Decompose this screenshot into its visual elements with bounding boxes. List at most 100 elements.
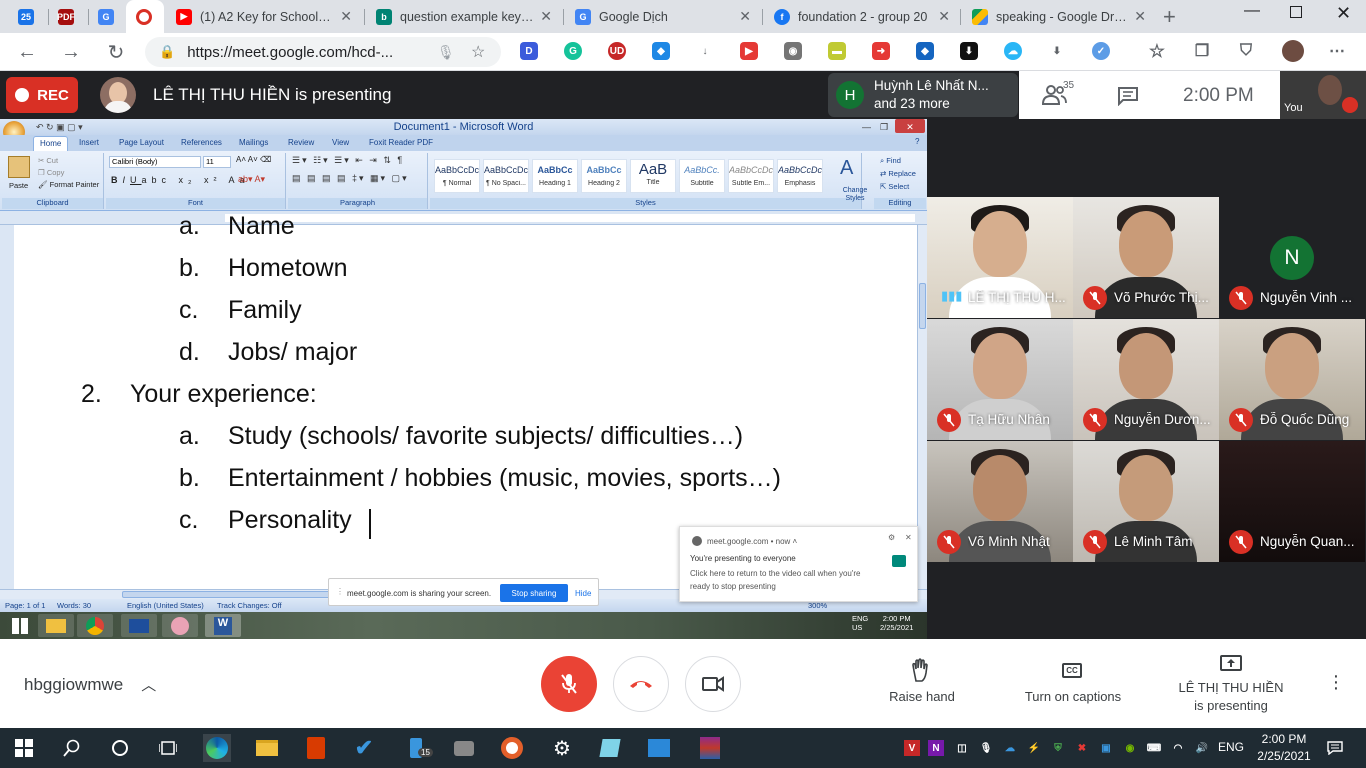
action-center-icon[interactable]: [1326, 739, 1344, 757]
shield-icon[interactable]: ⛉: [1237, 42, 1255, 60]
format-painter-button[interactable]: 🖌 Format Painter: [38, 180, 99, 189]
style-heading-1[interactable]: AaBbCc Heading 1: [532, 159, 578, 193]
bookmark-icon[interactable]: ☆: [471, 42, 485, 62]
tab-translate[interactable]: G: [88, 0, 126, 33]
word-minimize-icon[interactable]: —: [862, 119, 871, 135]
mic-icon[interactable]: 🎙: [437, 44, 455, 61]
find-button[interactable]: ⌕ Find: [880, 156, 901, 166]
tab-drive[interactable]: speaking - Google Drive ✕: [962, 0, 1156, 33]
presenter-status-line2[interactable]: is presenting: [1176, 698, 1286, 713]
tray-mic-icon[interactable]: 🎙: [978, 740, 994, 756]
camera-app-icon[interactable]: [450, 734, 478, 762]
app-icon[interactable]: [121, 614, 157, 637]
app-3d-icon[interactable]: [596, 734, 624, 762]
close-icon[interactable]: ✕: [905, 533, 912, 542]
participant-tile[interactable]: ▮▮▮ LÊ THỊ THU H...: [927, 197, 1073, 318]
windows-start-icon[interactable]: [10, 734, 38, 762]
style-no-spacing[interactable]: AaBbCcDc ¶ No Spaci...: [483, 159, 529, 193]
style-emphasis[interactable]: AaBbCcDc Emphasis: [777, 159, 823, 193]
reload-icon[interactable]: ↻: [101, 37, 131, 67]
replace-button[interactable]: ⇄ Replace: [880, 169, 916, 178]
close-icon[interactable]: ✕: [340, 8, 352, 25]
horizontal-ruler[interactable]: [0, 211, 927, 225]
meeting-details-button[interactable]: hbggiowmwe ︿: [24, 674, 156, 695]
style-subtle-emphasis[interactable]: AaBbCcDc Subtle Em...: [728, 159, 774, 193]
tab-references[interactable]: References: [181, 138, 222, 147]
downloads-icon[interactable]: ⬇: [1048, 42, 1066, 60]
word-close-icon[interactable]: ✕: [895, 119, 925, 133]
tray-app-icon[interactable]: ▣: [1098, 740, 1114, 756]
tab-review[interactable]: Review: [288, 138, 314, 147]
align-buttons[interactable]: ▤ ▤ ▤ ▤ ‡▾ ▦▾ ▢▾: [292, 173, 409, 184]
photos-icon[interactable]: [645, 734, 673, 762]
font-name-select[interactable]: Calibri (Body): [109, 156, 201, 168]
participant-tile[interactable]: Võ Minh Nhật: [927, 441, 1073, 562]
restore-icon[interactable]: [1290, 6, 1302, 18]
font-format-buttons[interactable]: BIUabc x₂ x² Aa: [111, 175, 250, 185]
tray-x-icon[interactable]: ✖: [1074, 740, 1090, 756]
task-view-icon[interactable]: [154, 734, 182, 762]
font-size-select[interactable]: 11: [203, 156, 231, 168]
nvidia-icon[interactable]: ◉: [1122, 740, 1138, 756]
tab-pdf[interactable]: PDF: [48, 0, 88, 33]
close-icon[interactable]: ✕: [938, 8, 950, 25]
word-app-icon[interactable]: W: [205, 614, 241, 637]
word-restore-icon[interactable]: ❐: [880, 119, 888, 135]
tray-network-icon[interactable]: ⚡: [1026, 740, 1042, 756]
leave-call-button[interactable]: [613, 656, 669, 712]
tray-security-icon[interactable]: ⛨: [1050, 740, 1066, 756]
media-player-icon[interactable]: [498, 734, 526, 762]
tab-calendar[interactable]: 25: [8, 0, 48, 33]
raise-hand-icon[interactable]: [908, 657, 934, 683]
system-clock[interactable]: 2:00 PM 2/25/2021: [1254, 731, 1314, 765]
menu-icon[interactable]: ⋯: [1328, 42, 1346, 60]
input-language[interactable]: ENG: [1218, 740, 1244, 754]
close-icon[interactable]: ✕: [540, 8, 552, 25]
join-notification[interactable]: H Huỳnh Lê Nhất N... and 23 more: [828, 73, 1018, 117]
profile-avatar[interactable]: [1282, 40, 1304, 62]
participant-tile[interactable]: N Nguyễn Vinh ...: [1219, 197, 1365, 318]
forward-icon[interactable]: →: [56, 37, 86, 67]
winrar-icon[interactable]: [696, 734, 724, 762]
style-title[interactable]: AaB Title: [630, 159, 676, 193]
style-normal[interactable]: AaBbCcDc ¶ Normal: [434, 159, 480, 193]
participant-tile[interactable]: Nguyễn Dươn...: [1073, 319, 1219, 440]
participant-tile[interactable]: Nguyễn Quan...: [1219, 441, 1365, 562]
change-styles-button[interactable]: Change Styles: [838, 187, 872, 203]
quick-access-toolbar[interactable]: ↶ ↻ ▣ ▢ ▾: [36, 119, 83, 135]
phone-icon[interactable]: 15: [402, 734, 433, 762]
presenter-status-line1[interactable]: LÊ THỊ THU HIỀN: [1176, 680, 1286, 695]
page-count[interactable]: Page: 1 of 1: [5, 601, 45, 610]
captions-icon[interactable]: CC: [1062, 663, 1082, 678]
stop-sharing-button[interactable]: Stop sharing: [500, 584, 568, 602]
tray-device-icon[interactable]: ◫: [954, 740, 970, 756]
copy-button[interactable]: ❐ Copy: [38, 168, 64, 177]
settings-icon[interactable]: ⚙: [888, 533, 895, 542]
paste-icon[interactable]: [8, 156, 30, 178]
style-subtitle[interactable]: AaBbCc. Subtitle: [679, 159, 725, 193]
explorer-icon[interactable]: [38, 614, 74, 637]
start-icon[interactable]: [2, 614, 38, 637]
todo-icon[interactable]: ✔: [350, 734, 378, 762]
tab-meet[interactable]: [126, 0, 164, 33]
settings-icon[interactable]: ⚙: [548, 734, 576, 762]
paint-icon[interactable]: [162, 614, 198, 637]
tray-keyboard-icon[interactable]: ⌨: [1146, 740, 1162, 756]
tab-mailings[interactable]: Mailings: [239, 138, 268, 147]
language-status[interactable]: English (United States): [127, 601, 204, 610]
chat-icon[interactable]: [1117, 86, 1139, 106]
participant-tile[interactable]: Đỗ Quốc Dũng: [1219, 319, 1365, 440]
tray-v-icon[interactable]: V: [904, 740, 920, 756]
favorites-icon[interactable]: ☆: [1148, 41, 1166, 61]
font-color-icon[interactable]: ab▾ A▾: [238, 174, 265, 185]
close-icon[interactable]: ✕: [1134, 8, 1146, 25]
participant-tile[interactable]: Lê Minh Tâm: [1073, 441, 1219, 562]
wifi-icon[interactable]: ◠: [1170, 740, 1186, 756]
more-options-icon[interactable]: · · ·: [1331, 666, 1341, 698]
extension-d-icon[interactable]: D: [520, 42, 538, 60]
office-icon[interactable]: [302, 734, 330, 762]
vertical-scrollbar[interactable]: [917, 225, 927, 589]
select-button[interactable]: ⇱ Select: [880, 182, 909, 191]
style-heading-2[interactable]: AaBbCc Heading 2: [581, 159, 627, 193]
list-buttons[interactable]: ☰▾ ☷▾ ☰▾ ⇤ ⇥ ⇅ ¶: [292, 155, 404, 166]
